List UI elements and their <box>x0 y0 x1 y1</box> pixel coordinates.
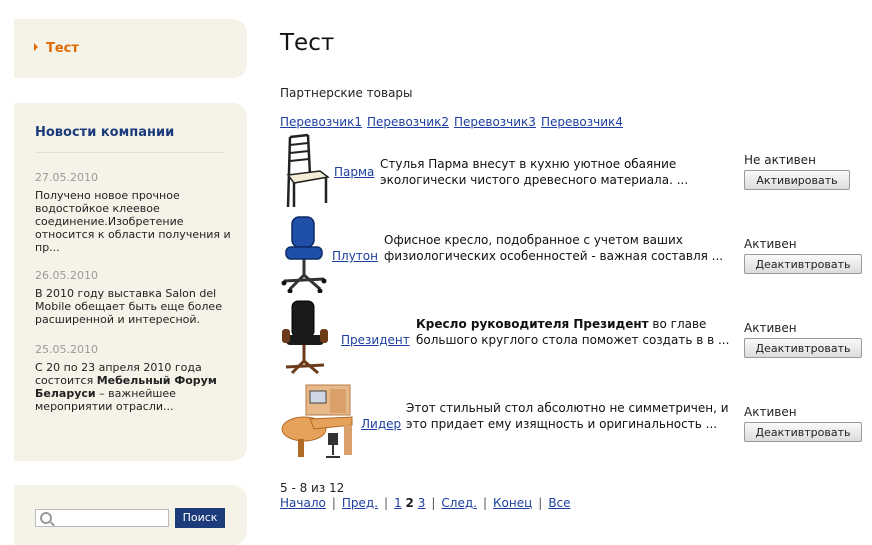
executive-chair-image[interactable] <box>280 299 332 377</box>
news-item: 25.05.2010 С 20 по 23 апреля 2010 года с… <box>35 343 231 413</box>
product-status: Активен <box>744 405 797 419</box>
main-content: Тест Партнерские товары Перевозчик1 Перев… <box>280 0 870 529</box>
product-description: Офисное кресло, подобранное с учетом ваш… <box>384 233 724 263</box>
pager-prev[interactable]: Пред. <box>342 496 378 510</box>
product-link-parma[interactable]: Парма <box>334 165 374 179</box>
news-text[interactable]: В 2010 году выставка Salon del Mobile об… <box>35 287 231 326</box>
pager-page-1[interactable]: 1 <box>394 496 402 510</box>
search-panel: Поиск <box>14 485 247 545</box>
section-subtitle: Партнерские товары <box>280 86 413 100</box>
deactivate-button[interactable]: Деактивтровать <box>744 338 862 358</box>
product-description: Кресло руководителя Президент во главе б… <box>416 316 741 348</box>
result-count: 5 - 8 из 12 <box>280 481 345 495</box>
divider <box>35 152 225 153</box>
pager-separator: | <box>482 496 488 510</box>
pager-all[interactable]: Все <box>548 496 570 510</box>
news-date: 26.05.2010 <box>35 269 98 282</box>
deactivate-button[interactable]: Деактивтровать <box>744 422 862 442</box>
news-panel: Новости компании 27.05.2010 Получено нов… <box>14 103 247 461</box>
pager-next[interactable]: След. <box>441 496 477 510</box>
chair-image[interactable] <box>280 131 332 209</box>
carrier-link-1[interactable]: Перевозчик1 <box>280 115 362 129</box>
pager-separator: | <box>538 496 543 510</box>
news-text[interactable]: С 20 по 23 апреля 2010 года состоится Ме… <box>35 361 231 413</box>
deactivate-button[interactable]: Деактивтровать <box>744 254 862 274</box>
news-date: 25.05.2010 <box>35 343 98 356</box>
search-button[interactable]: Поиск <box>175 508 225 528</box>
product-link-leader[interactable]: Лидер <box>361 417 401 431</box>
news-heading: Новости компании <box>35 125 175 140</box>
news-date: 27.05.2010 <box>35 171 98 184</box>
news-item: 26.05.2010 В 2010 году выставка Salon de… <box>35 269 231 326</box>
sidebar-nav-panel: Тест <box>14 19 247 78</box>
news-item: 27.05.2010 Получено новое прочное водост… <box>35 171 231 254</box>
product-link-pluton[interactable]: Плутон <box>332 249 378 263</box>
news-text[interactable]: Получено новое прочное водостойкое клеев… <box>35 189 231 254</box>
activate-button[interactable]: Активировать <box>744 170 850 190</box>
product-status: Не активен <box>744 153 816 167</box>
pager-last[interactable]: Конец <box>493 496 532 510</box>
pagination: Начало | Пред. | 1 2 3 | След. | Конец | Все <box>280 496 571 510</box>
pager-separator: | <box>384 496 389 510</box>
pager-page-3[interactable]: 3 <box>418 496 426 510</box>
product-description: Стулья Парма внесут в кухню уютное обаян… <box>380 157 689 187</box>
product-description: Этот стильный стол абсолютно не симметри… <box>406 401 729 431</box>
office-chair-image[interactable] <box>280 215 332 293</box>
arrow-right-icon <box>34 43 38 51</box>
search-input[interactable] <box>35 509 169 527</box>
product-status: Активен <box>744 237 797 251</box>
product-link-president[interactable]: Президент <box>341 333 410 347</box>
pager-current-page: 2 <box>405 496 414 510</box>
carrier-link-3[interactable]: Перевозчик3 <box>454 115 536 129</box>
carrier-link-4[interactable]: Перевозчик4 <box>541 115 623 129</box>
sidebar-item-test[interactable]: Тест <box>34 41 79 56</box>
carrier-links: Перевозчик1 Перевозчик2 Перевозчик3 Перевоз… <box>280 115 628 129</box>
sidebar-item-label: Тест <box>46 41 79 56</box>
pager-separator: | <box>431 496 436 510</box>
pager-first[interactable]: Начало <box>280 496 326 510</box>
product-description-bold: Кресло руководителя Президент <box>416 317 649 331</box>
desk-image[interactable] <box>280 383 358 461</box>
pager-separator: | <box>331 496 336 510</box>
carrier-link-2[interactable]: Перевозчик2 <box>367 115 449 129</box>
product-status: Активен <box>744 321 797 335</box>
search-icon <box>40 512 52 524</box>
page-title: Тест <box>280 30 335 56</box>
